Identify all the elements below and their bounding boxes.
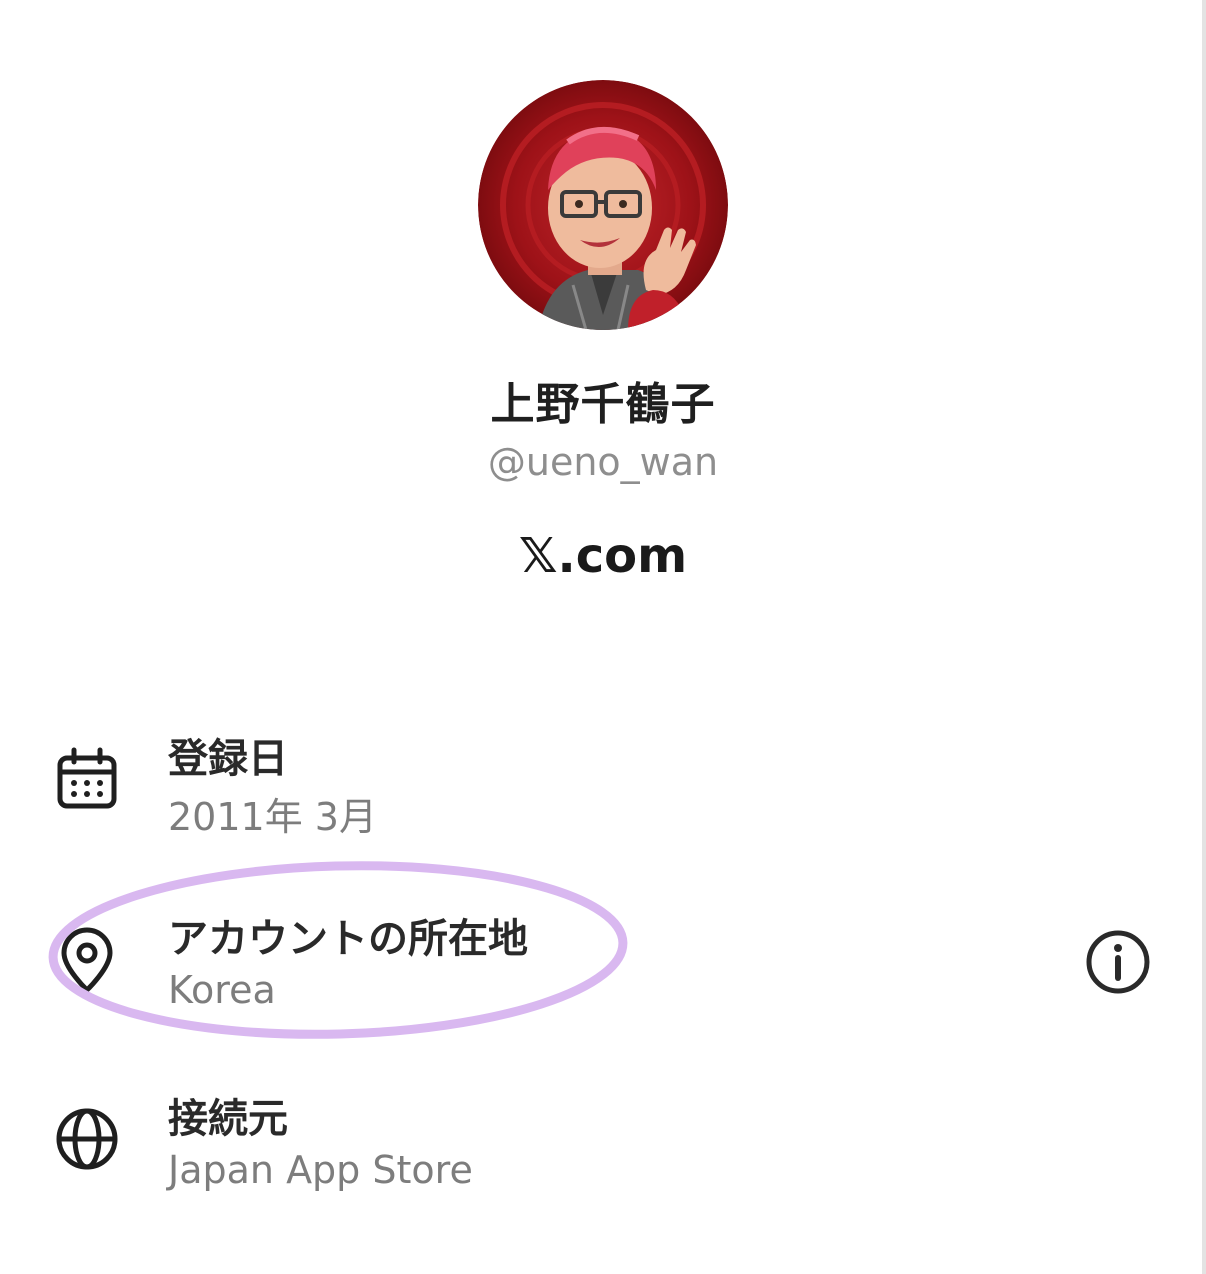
- location-value: Korea: [168, 968, 276, 1012]
- brand-label: 𝕏.com: [518, 528, 688, 584]
- detail-row-location: アカウントの所在地 Korea: [0, 902, 1190, 1022]
- account-info-page: 上野千鶴子 @ueno_wan 𝕏.com 登録日 2011年 3月 アカウント…: [0, 0, 1206, 1274]
- connected-via-value: Japan App Store: [168, 1148, 473, 1192]
- avatar-image: [478, 80, 728, 330]
- info-icon[interactable]: [1084, 928, 1152, 996]
- user-handle: @ueno_wan: [487, 440, 719, 484]
- location-pin-icon: [52, 926, 122, 996]
- detail-row-joined: 登録日 2011年 3月: [0, 722, 1190, 842]
- joined-value: 2011年 3月: [168, 795, 377, 839]
- connected-via-label: 接続元: [168, 1096, 288, 1142]
- globe-icon: [52, 1104, 122, 1174]
- display-name: 上野千鶴子: [490, 379, 716, 430]
- calendar-icon: [52, 746, 122, 816]
- location-label: アカウントの所在地: [168, 916, 528, 962]
- joined-label: 登録日: [168, 736, 288, 782]
- panel-border: [1202, 0, 1206, 1274]
- detail-row-connected-via: 接続元 Japan App Store: [0, 1082, 1190, 1202]
- avatar[interactable]: [478, 80, 728, 330]
